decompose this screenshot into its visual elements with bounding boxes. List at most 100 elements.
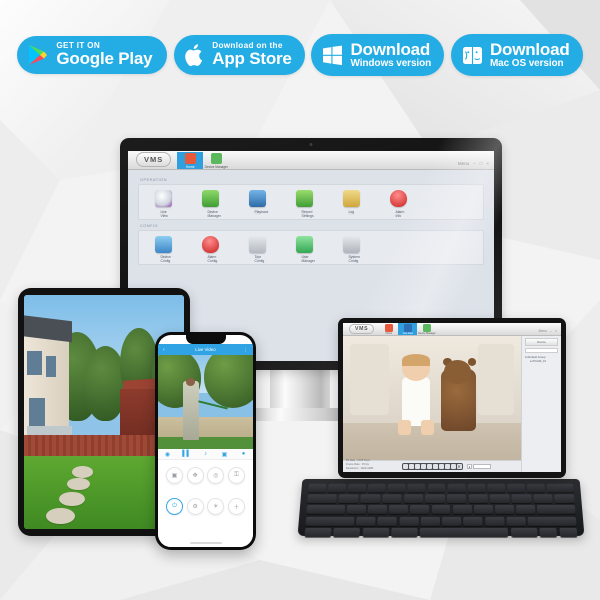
record-icon[interactable]: ▌▌ [182, 451, 191, 458]
key[interactable] [346, 505, 367, 515]
tablet-tree-item-camera[interactable]: ● IPCAM_01 [525, 359, 558, 363]
key[interactable] [403, 494, 424, 504]
tablet-live-view-pane[interactable]: Bit Rate : 2048 Kbps Frame Rate : 25 fps… [343, 336, 521, 472]
key[interactable] [554, 494, 575, 504]
app-icon-alarm-info[interactable]: Alarm Info [380, 190, 416, 218]
layout-button-2x2[interactable] [408, 464, 414, 469]
layout-button-1x7[interactable] [426, 464, 432, 469]
app-icon-live-view[interactable]: Live View [145, 190, 181, 218]
power-button[interactable]: ⏻ [166, 498, 183, 515]
badge-windows[interactable]: Download Windows version [311, 33, 445, 77]
phone-home-indicator[interactable] [189, 542, 222, 544]
app-icon-playback[interactable]: Playback [239, 190, 275, 215]
key[interactable] [425, 494, 445, 504]
menu-button[interactable]: Menu [458, 161, 469, 166]
layout-button-3x3[interactable] [420, 464, 426, 469]
key[interactable] [446, 494, 467, 504]
app-icon-device-manager[interactable]: Device Manager [192, 190, 228, 218]
zoom-value[interactable]: 1 [467, 464, 472, 469]
layout-button-5x5[interactable] [444, 464, 450, 469]
brightness-button[interactable]: ☀ [207, 498, 225, 515]
key[interactable] [381, 494, 402, 504]
key-shift-left[interactable] [305, 516, 355, 526]
tablet-tab-live-view[interactable]: Live View [398, 323, 418, 335]
key[interactable] [367, 483, 386, 493]
key[interactable] [356, 516, 376, 526]
key[interactable] [328, 483, 347, 493]
tablet-keyboard[interactable] [297, 479, 585, 537]
layout-button-6x6[interactable] [450, 464, 456, 469]
layout-button-4x4[interactable] [432, 464, 438, 469]
desktop-tab-home[interactable]: Home [177, 152, 204, 169]
app-icon-record-settings[interactable]: Record Settings [286, 190, 322, 218]
key-arrow-left[interactable] [539, 527, 558, 537]
key[interactable] [468, 494, 489, 504]
maximize-button[interactable]: □ [480, 161, 483, 166]
close-button[interactable]: × [486, 161, 489, 166]
key[interactable] [431, 505, 451, 515]
badge-app-store[interactable]: Download on the App Store [174, 34, 305, 76]
snapshot-icon[interactable]: ◉ [164, 451, 171, 458]
key[interactable] [487, 483, 506, 493]
key[interactable] [367, 505, 388, 515]
app-icon-system-config[interactable]: System Config [333, 235, 369, 263]
minimize-button[interactable]: – [473, 161, 476, 166]
app-icon-tour-config[interactable]: Tour Config [239, 235, 275, 263]
key-return[interactable] [537, 505, 576, 515]
key[interactable] [410, 505, 430, 515]
app-icon-log[interactable]: Log [333, 190, 369, 215]
tablet-close-button[interactable]: × [555, 329, 557, 333]
talk-icon[interactable]: ▣ [221, 451, 228, 458]
key-command-right[interactable] [510, 527, 538, 537]
tablet-minimize-button[interactable]: – [550, 329, 552, 333]
badge-macos[interactable]: Download Mac OS version [450, 33, 583, 77]
key[interactable] [506, 516, 526, 526]
app-icon-user-manager[interactable]: User Manager [286, 235, 322, 263]
key[interactable] [399, 516, 419, 526]
key[interactable] [473, 505, 493, 515]
app-icon-alarm-config[interactable]: Alarm Config [192, 235, 228, 263]
phone-more-button[interactable]: ⋮ [243, 347, 248, 353]
fullscreen-icon[interactable]: ● [240, 451, 247, 458]
key[interactable] [533, 494, 554, 504]
key-shift-right[interactable] [527, 516, 577, 526]
key[interactable] [447, 483, 466, 493]
key[interactable] [420, 516, 440, 526]
key[interactable] [308, 483, 327, 493]
key-caps-lock[interactable] [306, 505, 345, 515]
key[interactable] [442, 516, 462, 526]
split-screen-button[interactable]: ▣ [166, 467, 183, 484]
key[interactable] [494, 505, 515, 515]
key-command-left[interactable] [391, 527, 418, 537]
key[interactable] [387, 483, 406, 493]
ptz-pad-button[interactable]: ✥ [186, 467, 204, 484]
key[interactable] [484, 516, 505, 526]
key[interactable] [377, 516, 398, 526]
key[interactable] [515, 505, 536, 515]
close-all-button[interactable]: ✕ [456, 464, 462, 469]
tablet-tab-home[interactable]: Home [379, 323, 398, 335]
tablet-sidebar-search[interactable] [525, 348, 558, 353]
key[interactable] [526, 483, 546, 493]
key[interactable] [490, 494, 510, 504]
settings-button[interactable]: ⚙ [186, 498, 204, 515]
phone-live-video[interactable] [158, 355, 253, 449]
audio-icon[interactable]: ♪ [202, 451, 209, 458]
layout-button-1x5[interactable] [414, 464, 420, 469]
layout-button-1x1[interactable] [402, 464, 408, 469]
key-tab[interactable] [307, 494, 338, 504]
focus-button[interactable]: ◎ [207, 467, 225, 484]
key-space[interactable] [419, 527, 509, 537]
phone-back-button[interactable]: ‹ [163, 347, 165, 353]
key[interactable] [348, 483, 367, 493]
badge-google-play[interactable]: GET IT ON Google Play [17, 35, 168, 75]
layout-button-1x12[interactable] [438, 464, 444, 469]
key[interactable] [389, 505, 409, 515]
key[interactable] [467, 483, 486, 493]
add-button[interactable]: ＋ [227, 498, 245, 515]
desktop-tab-device-manager[interactable]: Device Manager [203, 152, 229, 169]
key[interactable] [463, 516, 483, 526]
zoom-slider[interactable] [473, 464, 491, 469]
app-icon-device-config[interactable]: Device Config [145, 235, 181, 263]
key[interactable] [506, 483, 526, 493]
